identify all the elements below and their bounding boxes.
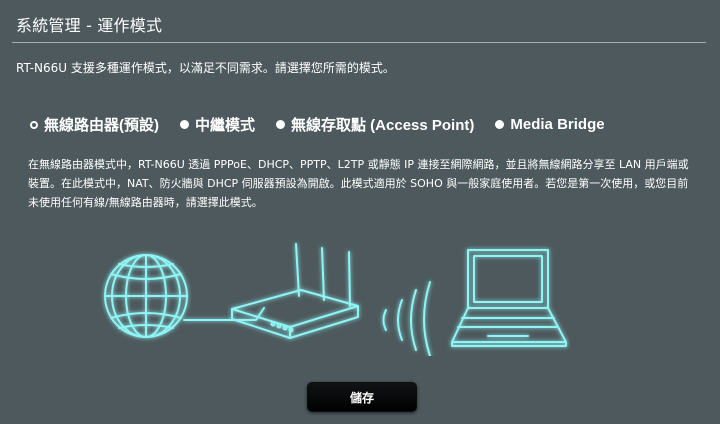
page-title: 系統管理 - 運作模式	[16, 16, 163, 35]
radio-unselected-icon[interactable]	[495, 120, 505, 129]
router-icon	[231, 243, 359, 339]
mode-option-repeater[interactable]: 中繼模式	[180, 114, 255, 135]
radio-unselected-icon[interactable]	[180, 120, 189, 129]
mode-label-wireless-router: 無線路由器(預設)	[44, 117, 159, 134]
operation-mode-options: 無線路由器(預設) 中繼模式 無線存取點 (Access Point) Medi…	[30, 114, 626, 135]
mode-label-repeater: 中繼模式	[195, 117, 256, 134]
ethernet-cable	[183, 307, 265, 321]
title-divider	[12, 42, 706, 43]
network-illustration	[104, 243, 567, 356]
mode-description: 在無線路由器模式中，RT-N66U 透過 PPPoE、DHCP、PPTP、L2T…	[28, 158, 689, 209]
mode-label-media-bridge: Media Bridge	[510, 116, 605, 133]
wifi-waves-icon	[382, 281, 431, 356]
mode-option-access-point[interactable]: 無線存取點 (Access Point)	[276, 114, 474, 135]
mode-option-wireless-router[interactable]: 無線路由器(預設)	[30, 114, 159, 135]
mode-label-access-point: 無線存取點 (Access Point)	[291, 117, 475, 134]
radio-unselected-icon[interactable]	[276, 120, 286, 129]
radio-selected-icon[interactable]	[30, 120, 38, 129]
laptop-icon	[451, 249, 567, 347]
globe-icon	[104, 254, 188, 338]
intro-text: RT-N66U 支援多種運作模式，以滿足不同需求。請選擇您所需的模式。	[16, 61, 395, 75]
save-button[interactable]: 儲存	[307, 382, 417, 412]
mode-option-media-bridge[interactable]: Media Bridge	[495, 116, 605, 133]
